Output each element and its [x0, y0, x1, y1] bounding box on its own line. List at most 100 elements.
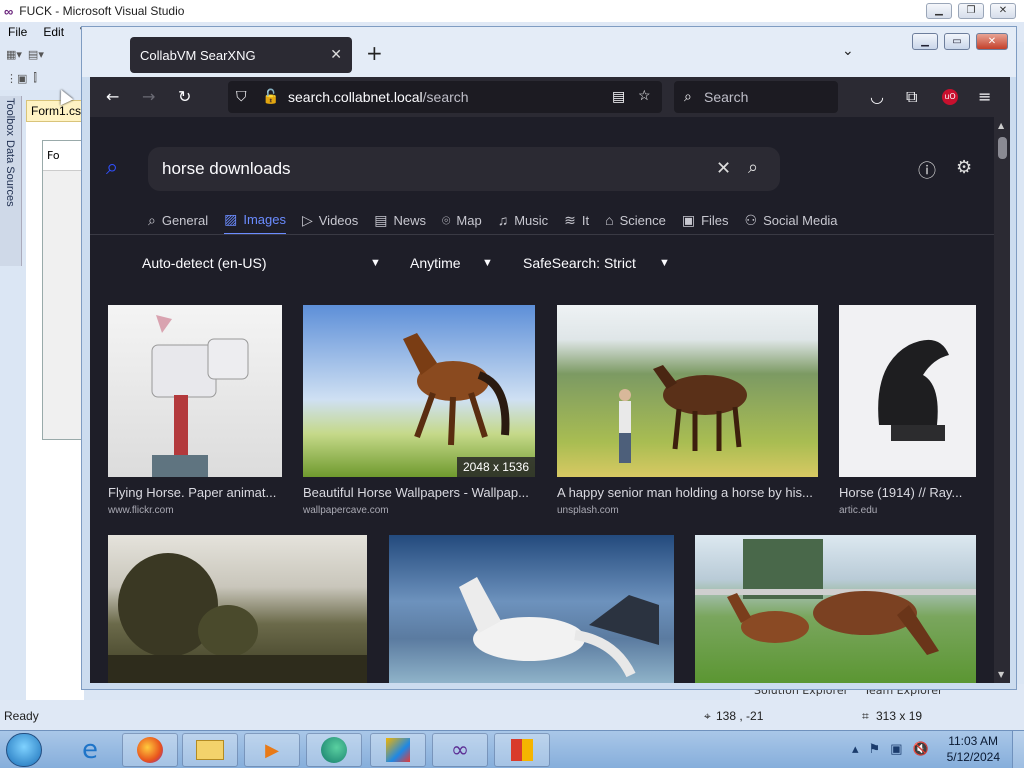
result-thumbnail[interactable] [557, 305, 818, 477]
ublock-icon[interactable]: uO [942, 89, 958, 105]
extensions-icon[interactable]: ⧉ [906, 87, 917, 107]
clock-date[interactable]: 5/12/2024 [947, 750, 1000, 764]
clear-search-icon[interactable]: ✕ [716, 158, 731, 179]
lock-icon[interactable]: 🔓 [262, 88, 279, 105]
result-thumbnail[interactable] [108, 305, 282, 477]
windows-taskbar: e ▶ ∞ ▴ ⚑ ▣ 🔇 11:03 AM 5/12/2024 [0, 730, 1024, 768]
visual-studio-icon[interactable]: ∞ [432, 733, 488, 767]
action-center-flag-icon[interactable]: ⚑ [869, 741, 881, 757]
list-all-tabs-button[interactable]: ⌄ [842, 43, 854, 59]
designer-form[interactable]: Fo [42, 140, 84, 440]
image-result[interactable] [108, 535, 367, 683]
tab-it[interactable]: ≋ It [564, 209, 589, 235]
vs-menu-edit[interactable]: Edit [35, 25, 72, 39]
scroll-up-icon[interactable]: ▲ [998, 121, 1004, 130]
language-value: Auto-detect (en-US) [142, 255, 267, 271]
forward-button[interactable]: → [142, 87, 155, 106]
network-icon[interactable]: ▣ [890, 741, 902, 757]
tab-videos[interactable]: ▷ Videos [302, 209, 358, 235]
new-tab-button[interactable]: + [366, 41, 383, 65]
new-project-icon[interactable]: ▦▾ [6, 48, 22, 61]
music-icon: ♫ [497, 212, 509, 228]
ie-icon[interactable]: e [62, 733, 118, 767]
office-icon[interactable] [494, 733, 550, 767]
result-title[interactable]: Flying Horse. Paper animat... [108, 485, 282, 500]
safesearch-select[interactable]: SafeSearch: Strict ▼ [523, 255, 670, 271]
tab-social-media[interactable]: ⚇ Social Media [745, 209, 838, 235]
tab-files[interactable]: ▣ Files [682, 209, 729, 235]
searxng-logo-icon[interactable]: ⌕ [106, 155, 118, 180]
language-select[interactable]: Auto-detect (en-US) ▼ [142, 255, 381, 271]
explorer-icon[interactable] [182, 733, 238, 767]
start-button[interactable] [6, 733, 42, 767]
result-title[interactable]: Beautiful Horse Wallpapers - Wallpap... [303, 485, 535, 500]
result-thumbnail[interactable] [108, 535, 367, 683]
result-thumbnail[interactable] [695, 535, 976, 683]
menu-icon[interactable]: ≡ [978, 87, 991, 106]
maximize-button[interactable]: ▭ [944, 33, 970, 50]
volume-muted-icon[interactable]: 🔇 [912, 741, 928, 757]
paint-icon[interactable] [370, 733, 426, 767]
firefox-icon[interactable] [122, 733, 178, 767]
map-pin-icon: ⌾ [442, 211, 451, 228]
image-result[interactable]: Horse (1914) // Ray... artic.edu [839, 305, 976, 516]
tab-images[interactable]: ▨ Images [224, 209, 286, 235]
browser-search-bar[interactable]: ⌕ Search [674, 81, 838, 113]
result-thumbnail[interactable]: 2048 x 1536 [303, 305, 535, 477]
result-thumbnail[interactable] [389, 535, 674, 683]
url-text[interactable]: search.collabnet.local/search [288, 89, 469, 105]
tab-strip: CollabVM SearXNG ✕ + ⌄ ▁ ▭ ✕ [82, 27, 1016, 77]
tab-map[interactable]: ⌾ Map [442, 209, 482, 235]
scroll-thumb[interactable] [998, 137, 1007, 159]
vs-close-button[interactable]: ✕ [990, 3, 1016, 19]
align-grid-icon[interactable]: ⋮▣ [6, 72, 27, 85]
image-result[interactable] [695, 535, 976, 683]
info-icon[interactable]: ⓘ [918, 157, 936, 183]
add-item-icon[interactable]: ▤▾ [28, 48, 44, 61]
address-bar[interactable]: ⛉ 🔓 search.collabnet.local/search ▤ ☆ [228, 81, 662, 113]
image-result[interactable]: Flying Horse. Paper animat... www.flickr… [108, 305, 282, 516]
vs-menu-file[interactable]: File [0, 25, 35, 39]
reader-view-icon[interactable]: ▤ [612, 88, 625, 105]
shield-icon[interactable]: ⛉ [236, 88, 247, 105]
vs-restore-button[interactable]: ❐ [958, 3, 984, 19]
page-scrollbar[interactable]: ▲ ▼ [994, 117, 1010, 683]
align-left-icon[interactable]: ⫿ [33, 71, 37, 85]
tab-music[interactable]: ♫ Music [498, 209, 548, 235]
clock-time[interactable]: 11:03 AM [948, 734, 998, 748]
image-result[interactable] [389, 535, 674, 683]
show-hidden-icons-icon[interactable]: ▴ [852, 741, 859, 757]
show-desktop-button[interactable] [1012, 731, 1024, 768]
image-result[interactable]: A happy senior man holding a horse by hi… [557, 305, 818, 516]
result-title[interactable]: Horse (1914) // Ray... [839, 485, 976, 500]
data-sources-tab[interactable]: Data Sources [0, 138, 20, 209]
back-button[interactable]: ← [106, 87, 119, 106]
result-source: wallpapercave.com [303, 505, 389, 516]
vs-window-title: FUCK - Microsoft Visual Studio [19, 4, 185, 18]
gear-icon[interactable]: ⚙ [956, 157, 972, 178]
minimize-button[interactable]: ▁ [912, 33, 938, 50]
result-thumbnail[interactable] [839, 305, 976, 477]
search-input[interactable]: horse downloads [148, 147, 780, 191]
tab-general[interactable]: ⌕ General [148, 209, 208, 235]
search-submit-icon[interactable]: ⌕ [748, 157, 758, 178]
tab-science[interactable]: ⌂ Science [605, 209, 666, 235]
status-position: 138 , -21 [716, 709, 764, 723]
close-tab-icon[interactable]: ✕ [330, 46, 342, 63]
scroll-down-icon[interactable]: ▼ [998, 670, 1004, 679]
bookmark-star-icon[interactable]: ☆ [638, 87, 651, 104]
media-player-icon[interactable]: ▶ [244, 733, 300, 767]
edge-icon[interactable] [306, 733, 362, 767]
time-range-select[interactable]: Anytime ▼ [410, 255, 493, 271]
document-tab-form1[interactable]: Form1.cs [26, 100, 84, 122]
tab-news[interactable]: ▤ News [374, 209, 426, 235]
close-window-button[interactable]: ✕ [976, 33, 1008, 50]
vs-minimize-button[interactable]: ▁ [926, 3, 952, 19]
landscape-painting-image [108, 553, 367, 683]
tab-searxng[interactable]: CollabVM SearXNG ✕ [130, 37, 352, 73]
result-title[interactable]: A happy senior man holding a horse by hi… [557, 485, 818, 500]
image-result[interactable]: 2048 x 1536 Beautiful Horse Wallpapers -… [303, 305, 535, 516]
toolbox-tab[interactable]: Toolbox [0, 96, 20, 138]
reload-button[interactable]: ↻ [178, 87, 191, 106]
pocket-icon[interactable]: ◡ [870, 87, 884, 106]
